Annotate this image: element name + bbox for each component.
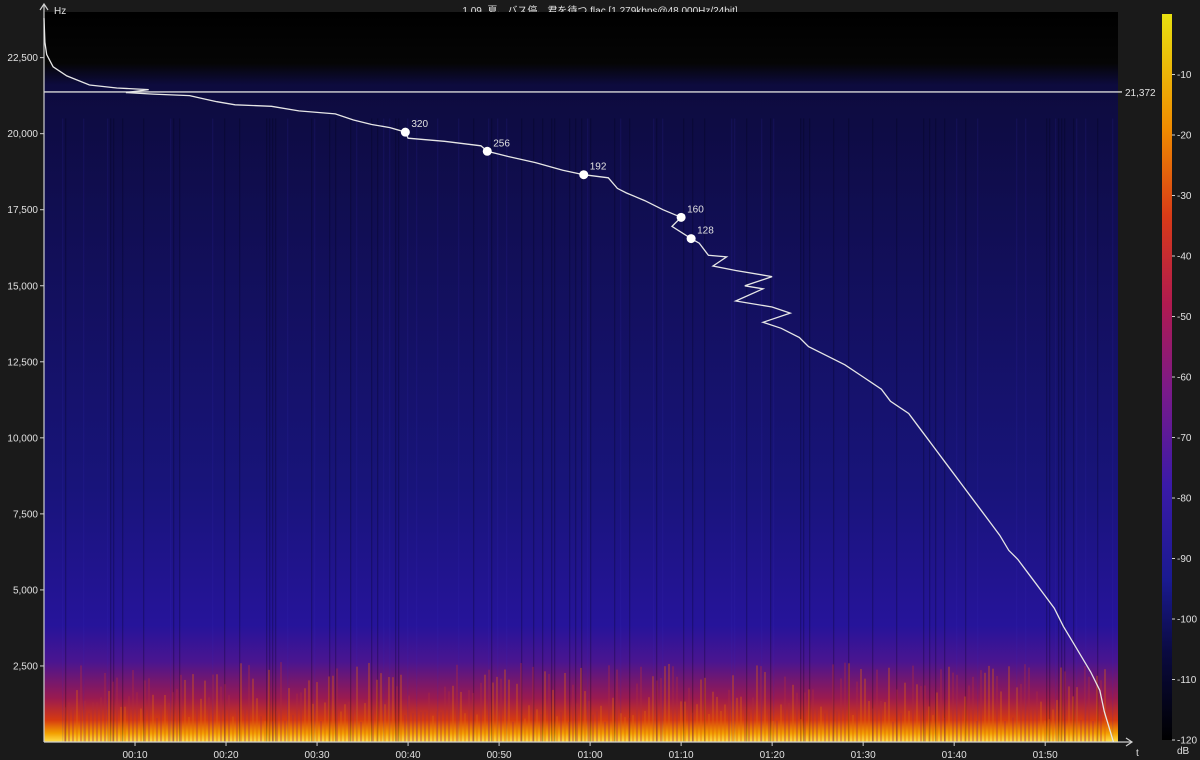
colorbar-tick-label: -80 (1177, 494, 1192, 505)
colorbar-tick-label: -20 (1177, 131, 1192, 142)
bitrate-marker-label: 256 (493, 138, 510, 149)
y-tick-label: 2,500 (13, 661, 38, 672)
bitrate-marker-label: 320 (411, 119, 428, 130)
y-axis-label: Hz (54, 6, 66, 17)
x-tick-label: 01:50 (1033, 750, 1058, 760)
y-tick-label: 7,500 (13, 509, 38, 520)
x-tick-label: 01:30 (851, 750, 876, 760)
x-tick-label: 01:40 (942, 750, 967, 760)
colorbar-tick-label: -10 (1177, 70, 1192, 81)
colorbar-tick-label: -50 (1177, 312, 1192, 323)
bitrate-marker-label: 128 (697, 226, 714, 237)
y-tick-label: 17,500 (7, 205, 38, 216)
x-tick-label: 00:20 (214, 750, 239, 760)
y-tick-label: 22,500 (7, 53, 38, 64)
bitrate-marker-label: 160 (687, 204, 704, 215)
bitrate-marker-point (579, 170, 589, 180)
bitrate-marker-point (686, 234, 696, 244)
cutoff-label: 21,372 (1125, 88, 1156, 99)
x-axis-label: t (1136, 748, 1139, 759)
colorbar-tick-label: -120 (1177, 736, 1197, 747)
colorbar-tick-label: -70 (1177, 433, 1192, 444)
colorbar-tick-label: -110 (1177, 675, 1197, 686)
y-tick-label: 20,000 (7, 129, 38, 140)
colorbar-tick-label: -90 (1177, 554, 1192, 565)
x-tick-label: 01:10 (669, 750, 694, 760)
bitrate-marker-label: 192 (590, 162, 607, 173)
x-tick-label: 01:20 (760, 750, 785, 760)
y-tick-label: 10,000 (7, 433, 38, 444)
colorbar-tick-label: -60 (1177, 373, 1192, 384)
spectrogram-chart: Hz t 2,500 5,000 7,500 10,000 12,500 15,000 17,5… (7, 2, 1197, 760)
x-tick-label: 01:00 (578, 750, 603, 760)
x-tick-label: 00:30 (305, 750, 330, 760)
x-tick-label: 00:40 (396, 750, 421, 760)
colorbar-tick-label: -30 (1177, 191, 1192, 202)
y-tick-label: 12,500 (7, 357, 38, 368)
colorbar-tick-label: -40 (1177, 252, 1192, 263)
x-tick-label: 00:10 (123, 750, 148, 760)
y-tick-label: 5,000 (13, 585, 38, 596)
y-tick-label: 15,000 (7, 281, 38, 292)
colorbar-gradient (1162, 14, 1172, 740)
colorbar-unit-label: dB (1177, 746, 1190, 757)
x-tick-label: 00:50 (487, 750, 512, 760)
bitrate-marker-point (482, 146, 492, 156)
bitrate-marker-point (676, 212, 686, 222)
bitrate-marker-point (400, 127, 410, 137)
colorbar-tick-label: -100 (1177, 615, 1197, 626)
